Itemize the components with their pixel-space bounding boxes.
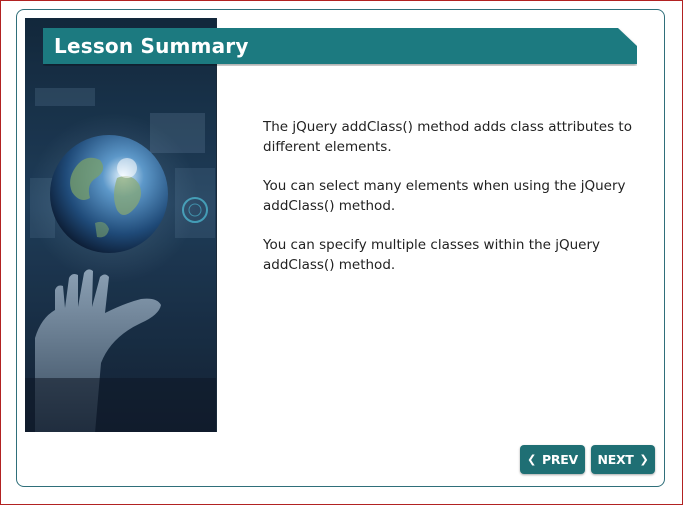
lesson-summary-content: The jQuery addClass() method adds class …: [263, 117, 638, 294]
hero-image-globe-hand: [25, 18, 217, 432]
chevron-right-icon: ❯: [639, 453, 649, 466]
summary-paragraph-1: The jQuery addClass() method adds class …: [263, 119, 632, 155]
next-button-label: NEXT: [597, 452, 634, 467]
chevron-left-icon: ❮: [527, 453, 537, 466]
page-title: Lesson Summary: [54, 34, 249, 58]
next-button[interactable]: NEXT ❯: [591, 445, 655, 474]
summary-paragraph-3: You can specify multiple classes within …: [263, 237, 601, 273]
prev-button-label: PREV: [542, 452, 578, 467]
title-banner: Lesson Summary: [43, 28, 637, 66]
summary-paragraph-2: You can select many elements when using …: [263, 178, 626, 214]
prev-button[interactable]: ❮ PREV: [520, 445, 585, 474]
